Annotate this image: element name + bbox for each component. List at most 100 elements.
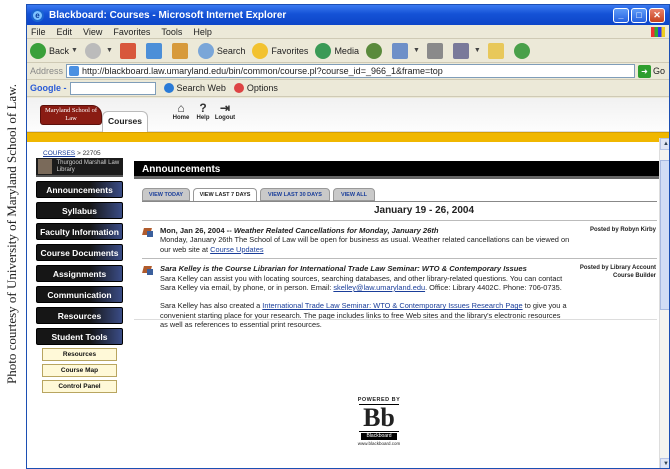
scroll-down-icon[interactable]: ▼ [660,458,669,468]
stop-button[interactable] [119,42,139,59]
course-menu: Thurgood Marshall Law Library Announceme… [36,158,123,393]
nav-syllabus[interactable]: Syllabus [36,202,123,219]
options-button[interactable]: Options [233,83,278,93]
title-bar: e Blackboard: Courses - Microsoft Intern… [27,5,669,25]
search-web-button[interactable]: Search Web [163,83,226,93]
announcement-icon [142,264,154,276]
logout-link[interactable]: ⇥ Logout [214,101,236,121]
search-button[interactable]: Search [197,42,246,59]
messenger-icon [513,42,530,59]
announcement-subject: Sara Kelley is the Course Librarian for … [160,264,527,274]
blackboard-brand: Blackboard [361,433,397,440]
tab-view-last-7-days[interactable]: VIEW LAST 7 DAYS [193,188,257,201]
maximize-button[interactable]: □ [631,7,647,23]
menu-help[interactable]: Help [193,27,212,37]
nav-assignments[interactable]: Assignments [36,265,123,282]
messenger-button[interactable] [513,42,533,59]
address-bar: Address http://blackboard.law.umaryland.… [27,63,669,80]
research-page-link[interactable]: International Trade Law Seminar: WTO & C… [262,301,522,310]
history-button[interactable] [365,42,385,59]
window-title: Blackboard: Courses - Microsoft Internet… [49,9,287,21]
refresh-icon [145,42,162,59]
forward-arrow-icon [84,42,101,59]
library-button[interactable]: Thurgood Marshall Law Library [36,158,123,177]
minimize-button[interactable]: _ [613,7,629,23]
address-url: http://blackboard.law.umaryland.edu/bin/… [82,66,443,76]
vertical-scrollbar[interactable]: ▲ ▼ [659,138,669,468]
tab-view-last-30-days[interactable]: VIEW LAST 30 DAYS [260,188,330,201]
posted-by: Posted by Robyn Kirby [589,227,656,233]
announcement-text-content: Sara Kelley has also created a [160,301,263,311]
logout-link-label: Logout [214,115,236,121]
date-range: January 19 - 26, 2004 [373,205,475,216]
go-arrow-icon: ➜ [637,64,651,78]
page-title: Announcements [134,161,664,179]
powered-by-blackboard[interactable]: POWERED BY Bb Blackboard www.blackboard.… [356,397,402,446]
search-web-label: Search Web [176,83,226,93]
mail-button[interactable]: ▼ [391,42,420,59]
house-icon: ⌂ [177,101,185,115]
search-label: Search [216,45,246,56]
announcement-date: Mon, Jan 26, 2004 -- [160,226,234,235]
dropdown-arrow-icon: ▼ [71,47,78,54]
school-logo[interactable]: Maryland School of Law [40,105,102,125]
forward-button[interactable]: ▼ [84,42,113,59]
search-icon [197,42,214,59]
close-button[interactable]: ✕ [649,7,665,23]
announcement-icon [142,226,154,238]
scroll-up-icon[interactable]: ▲ [660,138,669,150]
tab-view-today[interactable]: VIEW TODAY [142,188,190,201]
menu-view[interactable]: View [83,27,102,37]
google-logo[interactable]: Google - [30,83,67,93]
star-icon [252,42,269,59]
breadcrumb-courses-link[interactable]: COURSES [43,150,75,157]
page-icon [69,66,80,76]
refresh-button[interactable] [145,42,165,59]
menu-tools[interactable]: Tools [161,27,182,37]
menu-edit[interactable]: Edit [57,27,73,37]
go-label: Go [652,66,665,76]
course-updates-link[interactable]: Course Updates [210,245,263,254]
nav-communication[interactable]: Communication [36,286,123,303]
edit-button[interactable]: ▼ [452,42,481,59]
history-icon [365,42,382,59]
nav-student-tools[interactable]: Student Tools [36,328,123,345]
go-button[interactable]: ➜ Go [637,64,665,78]
courses-tab[interactable]: Courses [102,111,148,132]
nav-announcements[interactable]: Announcements [36,181,123,198]
tab-view-all[interactable]: VIEW ALL [333,188,375,201]
favorites-button[interactable]: Favorites [252,42,308,59]
menu-favorites[interactable]: Favorites [113,27,150,37]
media-button[interactable]: Media [315,42,359,59]
nav-resources[interactable]: Resources [36,307,123,324]
menu-file[interactable]: File [31,27,46,37]
home-link[interactable]: ⌂ Home [170,101,192,121]
announcement-text: Sara Kelley can assist you with locating… [160,274,570,293]
folder-button[interactable] [487,42,507,59]
photo-frame: Photo courtesy of University of Maryland… [0,0,670,469]
address-input[interactable]: http://blackboard.law.umaryland.edu/bin/… [66,64,635,78]
photo-caption: Photo courtesy of University of Maryland… [0,0,24,469]
sub-resources[interactable]: Resources [42,348,117,361]
nav-faculty-information[interactable]: Faculty Information [36,223,123,240]
sub-course-map[interactable]: Course Map [42,364,117,377]
home-button[interactable] [171,42,191,59]
address-label: Address [30,66,64,76]
google-search-input[interactable] [69,81,156,95]
tab-underline [142,201,657,202]
library-label: Thurgood Marshall Law Library [56,159,120,173]
toolbar: Back ▼ ▼ Search Favorites Media ▼ ▼ [27,39,669,63]
back-button[interactable]: Back ▼ [30,42,78,59]
browser-window: e Blackboard: Courses - Microsoft Intern… [26,4,670,469]
scroll-thumb[interactable] [660,160,669,310]
nav-course-documents[interactable]: Course Documents [36,244,123,261]
sub-control-panel[interactable]: Control Panel [42,380,117,393]
help-link-label: Help [196,115,210,121]
announcement-item: Sara Kelley is the Course Librarian for … [134,259,664,333]
print-button[interactable] [426,42,446,59]
stop-icon [119,42,136,59]
email-link[interactable]: skelley@law.umaryland.edu [333,283,425,292]
binoculars-icon [163,83,174,93]
back-arrow-icon [30,42,46,59]
help-link[interactable]: ? Help [192,101,214,121]
